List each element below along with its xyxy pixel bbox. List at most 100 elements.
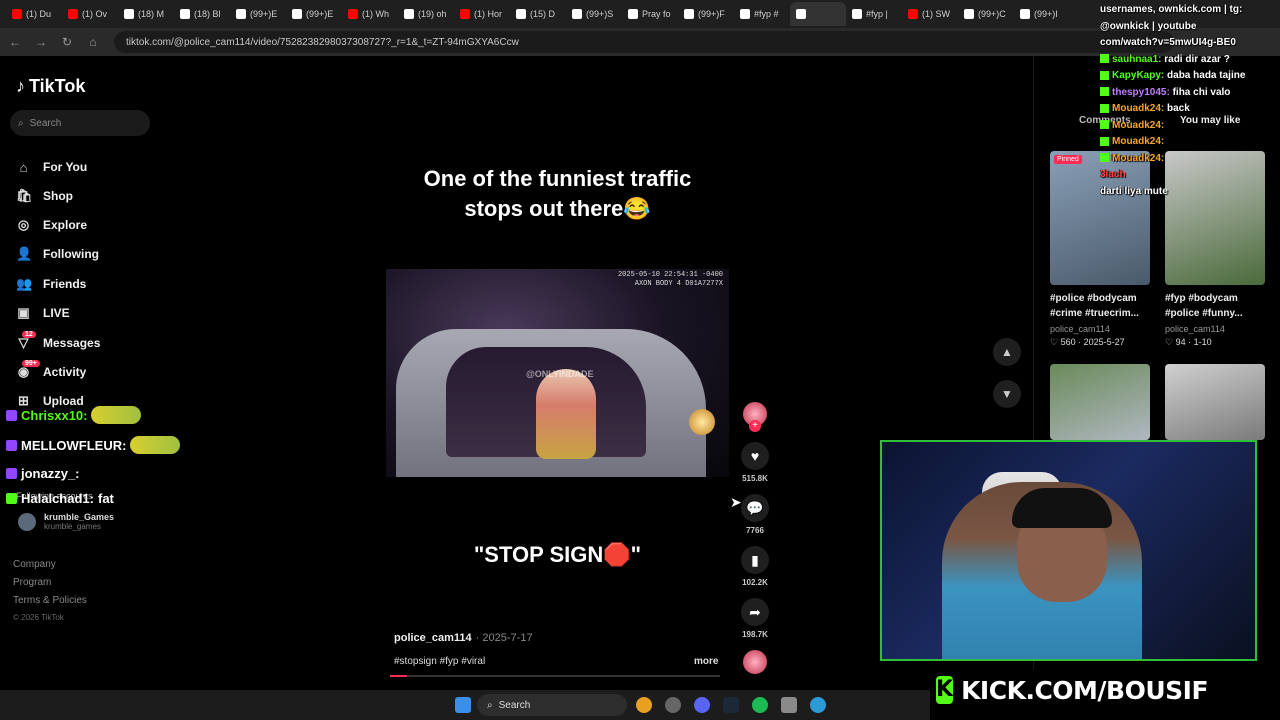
- next-video-button[interactable]: ▼: [993, 380, 1021, 408]
- sidebar-item-following[interactable]: 👤 Following: [16, 244, 99, 264]
- chat-username: Halalchad1:: [21, 491, 94, 506]
- like-button[interactable]: ♥ 515.8K: [740, 442, 770, 483]
- browser-tab[interactable]: (18) Bl: [174, 2, 230, 26]
- twitch-icon: [6, 439, 17, 451]
- tab-label: (1) SW: [922, 9, 950, 19]
- browser-tab[interactable]: Pray fo: [622, 2, 678, 26]
- video-caption[interactable]: #police #bodycam #crime #truecrim...: [1050, 291, 1160, 321]
- settings-icon[interactable]: [665, 697, 681, 713]
- search-input[interactable]: ⌕ Search: [10, 110, 150, 136]
- browser-tab[interactable]: (1) Hor: [454, 2, 510, 26]
- video-caption[interactable]: #fyp #bodycam #police #funny...: [1165, 291, 1275, 321]
- sidebar-item-friends[interactable]: 👥 Friends: [16, 274, 86, 294]
- recommended-video-thumbnail[interactable]: [1165, 364, 1265, 440]
- comment-button[interactable]: 💬 7766: [740, 494, 770, 535]
- save-button[interactable]: ▮ 102.2K: [740, 546, 770, 587]
- chat-username: Mouadk24:: [1112, 152, 1165, 164]
- reload-icon[interactable]: ↻: [56, 35, 78, 49]
- search-icon: ⌕: [18, 117, 24, 129]
- browser-tab[interactable]: #fyp |: [846, 2, 902, 26]
- taskbar-search[interactable]: ⌕ Search: [477, 694, 627, 716]
- browser-tab[interactable]: (99+)E: [230, 2, 286, 26]
- video-author[interactable]: police_cam114: [1165, 324, 1225, 334]
- browser-tab[interactable]: (99+)E: [286, 2, 342, 26]
- music-disc-button[interactable]: [740, 650, 770, 674]
- forward-icon[interactable]: →: [30, 35, 52, 49]
- follow-plus-icon[interactable]: +: [749, 420, 761, 432]
- video-player[interactable]: 2025-05-10 22:54:31 -0400 AXON BODY 4 D0…: [386, 269, 729, 477]
- tab-favicon-icon: [236, 9, 246, 19]
- chrome-icon[interactable]: [636, 697, 652, 713]
- browser-tab[interactable]: (99+)F: [678, 2, 734, 26]
- sidebar-item-label: LIVE: [43, 306, 70, 320]
- share-icon: ➦: [741, 598, 769, 626]
- chevron-down-icon: ▼: [1001, 387, 1013, 401]
- footer-terms-link[interactable]: Terms & Policies: [13, 595, 87, 606]
- browser-tab[interactable]: (99+)S: [566, 2, 622, 26]
- tab-favicon-icon: [964, 9, 974, 19]
- browser-tab[interactable]: (1) SW: [902, 2, 958, 26]
- video-caption-bottom: "STOP SIGN🛑": [473, 542, 642, 567]
- creator-avatar-button[interactable]: +: [740, 402, 770, 432]
- steam-icon[interactable]: [723, 697, 739, 713]
- gear-icon[interactable]: [781, 697, 797, 713]
- url-field[interactable]: tiktok.com/@police_cam114/video/75282382…: [114, 31, 1174, 53]
- browser-icon[interactable]: [810, 697, 826, 713]
- tab-favicon-icon: [852, 9, 862, 19]
- chat-username: sauhnaa1:: [1112, 53, 1162, 65]
- chat-message: Mouadk24:: [1100, 151, 1280, 168]
- tab-label: #fyp |: [866, 9, 888, 19]
- more-button[interactable]: more: [694, 656, 718, 667]
- tab-label: (99+)F: [698, 9, 725, 19]
- browser-tab[interactable]: (99+)I: [1014, 2, 1070, 26]
- author-name[interactable]: police_cam114: [394, 632, 472, 644]
- post-date: 1-10: [1193, 337, 1212, 347]
- browser-tab[interactable]: [790, 2, 846, 26]
- home-icon[interactable]: ⌂: [82, 35, 104, 49]
- video-hashtags[interactable]: #stopsign #fyp #viral: [394, 656, 485, 667]
- tab-favicon-icon: [796, 9, 806, 19]
- chat-message: com/watch?v=5mwUI4g-BE0: [1100, 35, 1280, 52]
- chat-username: Mouadk24:: [1112, 136, 1165, 147]
- driver-figure: [536, 369, 596, 459]
- video-watermark: @ONLYINDADE: [526, 369, 594, 379]
- account-handle: krumble_games: [44, 522, 101, 531]
- footer-company-link[interactable]: Company: [13, 559, 56, 570]
- browser-tab[interactable]: (15) D: [510, 2, 566, 26]
- recommended-video-thumbnail[interactable]: [1050, 364, 1150, 440]
- browser-tab[interactable]: (18) M: [118, 2, 174, 26]
- video-author[interactable]: police_cam114 · 2025-7-17: [394, 632, 533, 644]
- windows-start-icon[interactable]: [455, 697, 471, 713]
- browser-tab[interactable]: (99+)C: [958, 2, 1014, 26]
- video-author[interactable]: police_cam114: [1050, 324, 1110, 334]
- sidebar-item-explore[interactable]: ◎ Explore: [16, 215, 87, 235]
- kick-icon: [6, 493, 17, 504]
- browser-tab[interactable]: (1) Wh: [342, 2, 398, 26]
- browser-tab[interactable]: #fyp #: [734, 2, 790, 26]
- tiktok-logo[interactable]: ♪ TikTok: [16, 76, 85, 97]
- browser-tab[interactable]: (1) Du: [6, 2, 62, 26]
- sidebar-item-messages[interactable]: ▽ 12 Messages: [16, 331, 100, 353]
- back-icon[interactable]: ←: [4, 35, 26, 49]
- sidebar-item-shop[interactable]: 🛍 Shop: [16, 186, 73, 206]
- shop-icon: 🛍: [16, 188, 33, 203]
- browser-tab[interactable]: (19) oh: [398, 2, 454, 26]
- previous-video-button[interactable]: ▲: [993, 338, 1021, 366]
- sidebar-item-for-you[interactable]: ⌂ For You: [16, 157, 88, 177]
- footer-program-link[interactable]: Program: [13, 577, 51, 588]
- kick-icon: [1100, 136, 1109, 146]
- comment-count: 7766: [746, 526, 764, 535]
- browser-tab[interactable]: (1) Ov: [62, 2, 118, 26]
- progress-fill: [390, 675, 407, 677]
- kick-icon: [1100, 54, 1109, 64]
- discord-icon[interactable]: [694, 697, 710, 713]
- spotify-icon[interactable]: [752, 697, 768, 713]
- separator: ·: [1185, 337, 1194, 347]
- following-account[interactable]: krumble_Games krumble_games: [18, 512, 114, 531]
- following-icon: 👤: [16, 246, 33, 261]
- sidebar-item-live[interactable]: ▣ LIVE: [16, 303, 70, 323]
- video-progress-bar[interactable]: [390, 675, 720, 677]
- sidebar-item-label: Explore: [43, 218, 88, 232]
- share-button[interactable]: ➦ 198.7K: [740, 598, 770, 639]
- sidebar-item-activity[interactable]: ◉ 99+ Activity: [16, 360, 86, 382]
